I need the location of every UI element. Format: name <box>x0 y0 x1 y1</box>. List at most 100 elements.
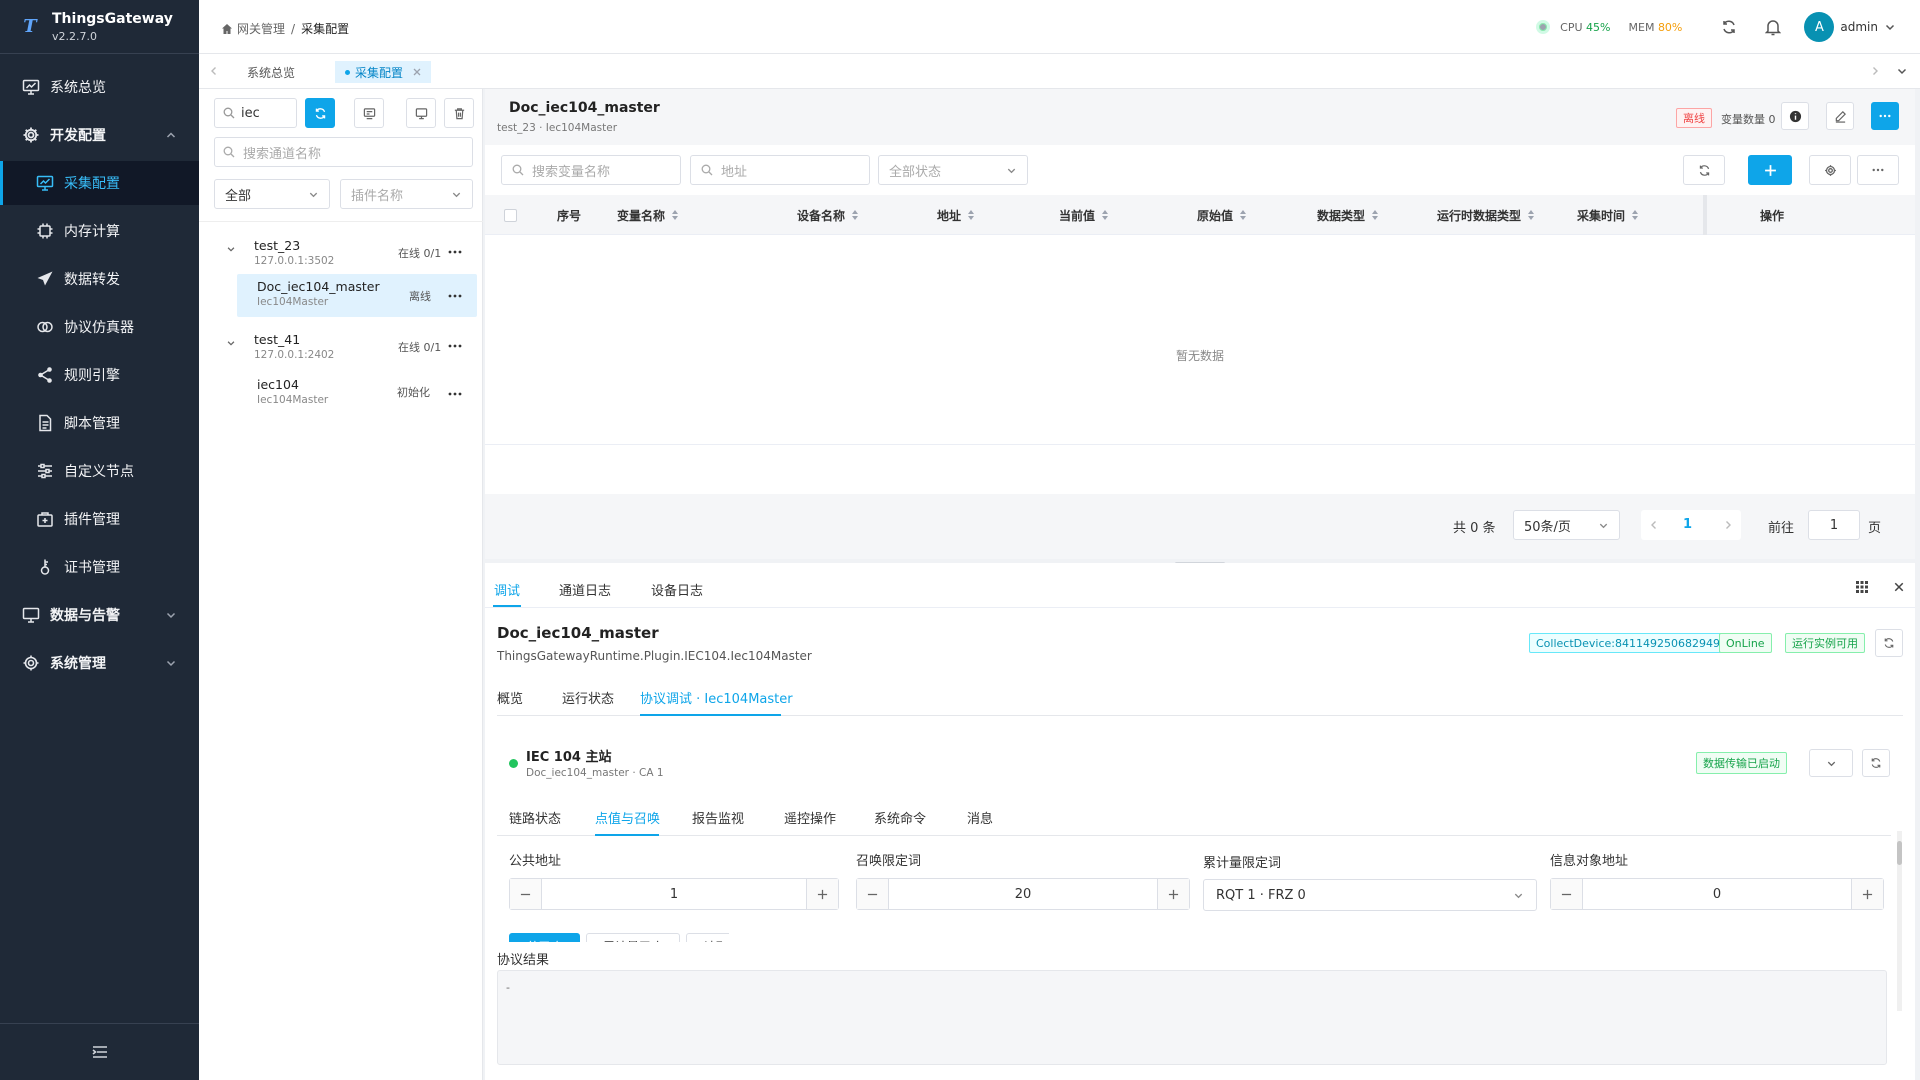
column-header-data-type[interactable]: 数据类型 <box>1317 195 1379 235</box>
variable-search-input[interactable]: 搜索变量名称 <box>501 155 681 185</box>
bell-icon[interactable] <box>1764 18 1782 36</box>
avatar[interactable]: A <box>1804 12 1835 42</box>
refresh-button[interactable] <box>305 98 335 128</box>
scrollbar-track[interactable] <box>1897 831 1902 1011</box>
refresh-button[interactable] <box>1683 155 1725 185</box>
refresh-icon[interactable] <box>1720 18 1738 36</box>
column-header-address[interactable]: 地址 <box>937 195 975 235</box>
column-header-raw-value[interactable]: 原始值 <box>1197 195 1247 235</box>
tab-report-monitor[interactable]: 报告监视 <box>692 808 744 827</box>
tabs-scroll-left-icon[interactable] <box>209 66 219 76</box>
sidebar-item-dev-config[interactable]: 开发配置 <box>0 113 199 157</box>
tabs-menu-chevron-icon[interactable] <box>1896 65 1908 77</box>
plus-icon[interactable] <box>806 879 838 909</box>
info-button[interactable] <box>1781 102 1809 130</box>
sidebar-item-memory-compute[interactable]: 内存计算 <box>0 209 199 253</box>
sidebar-item-rule-engine[interactable]: 规则引擎 <box>0 353 199 397</box>
chevron-down-icon[interactable] <box>1884 21 1896 33</box>
chevron-down-icon[interactable] <box>226 338 236 348</box>
sort-icon[interactable] <box>671 209 679 221</box>
tree-node-device-selected[interactable]: Doc_iec104_master Iec104Master 离线 <box>237 274 477 317</box>
sidebar-collapse-button[interactable] <box>0 1023 199 1080</box>
sidebar-item-system-mgmt[interactable]: 系统管理 <box>0 641 199 685</box>
add-channel-button[interactable] <box>354 98 384 128</box>
read-point-button[interactable]: 读取点值 <box>686 933 729 942</box>
close-icon[interactable] <box>413 68 421 76</box>
plus-icon[interactable] <box>1851 879 1883 909</box>
sidebar-item-custom-node[interactable]: 自定义节点 <box>0 449 199 493</box>
column-header-var-name[interactable]: 变量名称 <box>617 195 679 235</box>
page-size-select[interactable]: 50条/页 <box>1513 510 1620 540</box>
column-header-runtime-type[interactable]: 运行时数据类型 <box>1437 195 1535 235</box>
minus-icon[interactable] <box>1551 879 1583 909</box>
general-interrogation-button[interactable]: 总召唤 <box>509 933 580 942</box>
goto-page-input[interactable]: 1 <box>1808 510 1860 540</box>
tab-link-state[interactable]: 链路状态 <box>509 808 561 827</box>
tab-system-command[interactable]: 系统命令 <box>874 808 926 827</box>
more-icon[interactable] <box>447 386 463 402</box>
page-number-current[interactable]: 1 <box>1683 517 1692 532</box>
chevron-right-icon[interactable] <box>1723 520 1733 530</box>
tab-remote-control[interactable]: 遥控操作 <box>784 808 836 827</box>
sort-icon[interactable] <box>1631 209 1639 221</box>
settings-button[interactable] <box>1809 155 1851 185</box>
tree-node-channel[interactable]: test_23 127.0.0.1:3502 在线 0/1 <box>199 234 483 276</box>
status-filter-select[interactable]: 全部 <box>214 179 330 209</box>
minus-icon[interactable] <box>857 879 889 909</box>
sidebar-item-data-forward[interactable]: 数据转发 <box>0 257 199 301</box>
tab-channel-log[interactable]: 通道日志 <box>559 580 611 599</box>
minus-icon[interactable] <box>510 879 542 909</box>
sidebar-item-data-alarm[interactable]: 数据与告警 <box>0 593 199 637</box>
close-icon[interactable] <box>1894 582 1904 592</box>
column-header-device-name[interactable]: 设备名称 <box>797 195 859 235</box>
sort-icon[interactable] <box>1239 209 1247 221</box>
breadcrumb-item-gateway[interactable]: 网关管理 <box>237 20 285 37</box>
grid-icon[interactable] <box>1856 581 1868 593</box>
sort-icon[interactable] <box>1371 209 1379 221</box>
column-header-collect-time[interactable]: 采集时间 <box>1577 195 1639 235</box>
tree-node-channel[interactable]: test_41 127.0.0.1:2402 在线 0/1 <box>199 328 483 370</box>
channel-filter-search-input[interactable]: iec <box>214 98 297 128</box>
refresh-button[interactable] <box>1875 629 1903 657</box>
plus-icon[interactable] <box>1157 879 1189 909</box>
sidebar-item-cert-mgmt[interactable]: 证书管理 <box>0 545 199 589</box>
sort-icon[interactable] <box>967 209 975 221</box>
monitor-button[interactable] <box>406 98 436 128</box>
common-address-stepper[interactable]: 1 <box>509 878 839 910</box>
home-icon[interactable] <box>221 23 233 35</box>
chevron-down-icon[interactable] <box>226 244 236 254</box>
qcc-select[interactable]: RQT 1 · FRZ 0 <box>1203 879 1537 911</box>
counter-interrogation-button[interactable]: 累计量召唤 <box>586 933 680 942</box>
station-dropdown-button[interactable] <box>1809 749 1853 777</box>
sidebar-item-protocol-simulator[interactable]: 协议仿真器 <box>0 305 199 349</box>
delete-button[interactable] <box>444 98 474 128</box>
tab-overview[interactable]: 概览 <box>497 688 523 707</box>
sidebar-item-collect-config[interactable]: 采集配置 <box>0 161 199 205</box>
sidebar-item-overview[interactable]: 系统总览 <box>0 65 199 109</box>
tab-device-log[interactable]: 设备日志 <box>651 580 703 599</box>
more-button[interactable] <box>1857 155 1899 185</box>
channel-search-input[interactable]: 搜索通道名称 <box>214 137 473 167</box>
tabs-scroll-right-icon[interactable] <box>1870 66 1880 76</box>
address-search-input[interactable]: 地址 <box>690 155 870 185</box>
select-all-checkbox[interactable] <box>504 209 517 222</box>
edit-button[interactable] <box>1826 102 1854 130</box>
tab-protocol-debug[interactable]: 协议调试 · Iec104Master <box>640 688 793 707</box>
qoi-stepper[interactable]: 20 <box>856 878 1190 910</box>
more-icon[interactable] <box>447 338 463 354</box>
tree-node-device[interactable]: iec104 Iec104Master 初始化 <box>237 372 477 415</box>
user-name[interactable]: admin <box>1840 20 1878 34</box>
add-variable-button[interactable] <box>1748 155 1792 185</box>
tab-collect-config[interactable]: 采集配置 <box>335 61 432 83</box>
more-icon[interactable] <box>447 288 463 304</box>
tab-point-call[interactable]: 点值与召唤 <box>595 808 660 827</box>
tab-messages[interactable]: 消息 <box>967 808 993 827</box>
sort-icon[interactable] <box>1101 209 1109 221</box>
column-header-current-value[interactable]: 当前值 <box>1059 195 1109 235</box>
status-select[interactable]: 全部状态 <box>878 155 1028 185</box>
sidebar-item-plugin-mgmt[interactable]: 插件管理 <box>0 497 199 541</box>
sidebar-item-script-mgmt[interactable]: 脚本管理 <box>0 401 199 445</box>
more-icon[interactable] <box>447 244 463 260</box>
ioa-stepper[interactable]: 0 <box>1550 878 1884 910</box>
station-refresh-button[interactable] <box>1862 749 1890 777</box>
